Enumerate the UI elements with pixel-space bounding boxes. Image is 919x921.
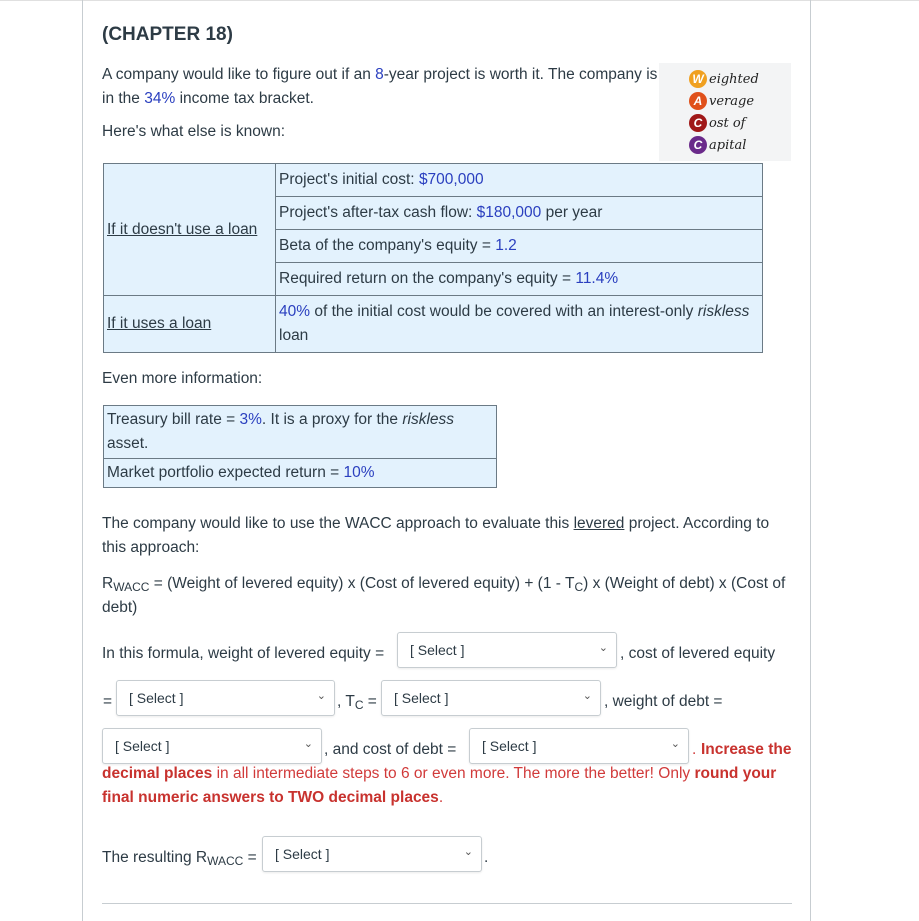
approach-paragraph: The company would like to use the WACC a… — [102, 515, 770, 556]
equals-label: = — [103, 693, 113, 710]
rwacc-select[interactable]: [ Select ] ⌄ — [262, 836, 482, 872]
letter-c-icon: C — [689, 136, 707, 154]
wacc-row: C ost of — [689, 113, 746, 133]
known-label: Here's what else is known: — [102, 123, 286, 140]
chevron-down-icon: ⌄ — [598, 642, 608, 654]
years-value: 8 — [375, 66, 384, 83]
rounding-instruction: Increase the decimal places in all inter… — [102, 741, 792, 806]
table-cell: Project's initial cost: $700,000 — [275, 163, 763, 197]
weight-equity-select[interactable]: [ Select ] ⌄ — [397, 632, 617, 668]
letter-c-icon: C — [689, 114, 707, 132]
chapter-title: (CHAPTER 18) — [102, 24, 233, 45]
loan-label: If it uses a loan — [103, 295, 276, 353]
result-period: . — [484, 849, 489, 866]
table-cell: Project's after-tax cash flow: $180,000 … — [275, 196, 763, 230]
wacc-row: A verage — [689, 91, 754, 111]
wacc-formula: RWACC = (Weight of levered equity) x (Co… — [102, 575, 786, 616]
intro-paragraph: A company would like to figure out if an… — [102, 66, 658, 107]
table-cell: Market portfolio expected return = 10% — [103, 458, 497, 488]
chevron-down-icon: ⌄ — [463, 846, 473, 858]
table-row: If it uses a loan 40% of the initial cos… — [103, 295, 763, 353]
even-more-label: Even more information: — [102, 370, 263, 387]
result-label: The resulting RWACC = — [102, 849, 257, 868]
table-row: If it doesn't use a loan Project's initi… — [103, 163, 763, 296]
tc-label: , TC = — [337, 693, 377, 712]
letter-a-icon: A — [689, 92, 707, 110]
tax-value: 34% — [144, 90, 176, 107]
chevron-down-icon: ⌄ — [316, 690, 326, 702]
q-cost-equity-label: , cost of levered equity — [620, 645, 776, 662]
q-weight-equity-label: In this formula, weight of levered equit… — [102, 645, 385, 662]
market-info-table: Treasury bill rate = 3%. It is a proxy f… — [103, 405, 497, 488]
cost-equity-select[interactable]: [ Select ] ⌄ — [116, 680, 335, 716]
letter-w-icon: W — [689, 70, 707, 88]
wacc-row: C apital — [689, 135, 746, 155]
divider — [102, 903, 792, 904]
table-row: Treasury bill rate = 3%. It is a proxy f… — [103, 405, 497, 459]
wacc-image: W eighted A verage C ost of C apital — [659, 63, 791, 161]
project-info-table: If it doesn't use a loan Project's initi… — [103, 163, 763, 353]
table-cell: Treasury bill rate = 3%. It is a proxy f… — [103, 405, 497, 459]
table-cell: Beta of the company's equity = 1.2 — [275, 229, 763, 263]
wacc-row: W eighted — [689, 69, 759, 89]
no-loan-label: If it doesn't use a loan — [103, 163, 276, 296]
table-row: Market portfolio expected return = 10% — [103, 458, 497, 488]
chevron-down-icon: ⌄ — [582, 690, 592, 702]
table-cell: 40% of the initial cost would be covered… — [275, 295, 763, 353]
q-weight-debt-label: , weight of debt = — [604, 693, 723, 710]
table-cell: Required return on the company's equity … — [275, 262, 763, 296]
tax-rate-select[interactable]: [ Select ] ⌄ — [381, 680, 601, 716]
